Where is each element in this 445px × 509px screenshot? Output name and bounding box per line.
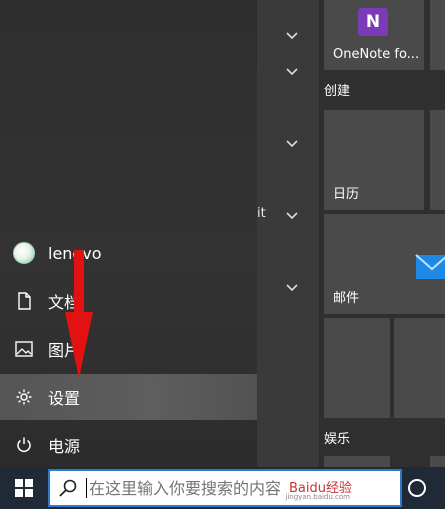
chevron-down-icon[interactable] — [285, 282, 299, 292]
app-tile-partial[interactable] — [324, 456, 390, 467]
watermark-url: jingyan.baidu.com — [285, 493, 350, 501]
settings-button[interactable]: 设置 — [0, 374, 257, 420]
cortana-icon[interactable] — [408, 479, 426, 497]
calendar-tile-label: 日历 — [333, 187, 360, 202]
app-tile[interactable] — [324, 318, 390, 418]
chevron-down-icon[interactable] — [285, 210, 299, 220]
text-caret — [86, 478, 87, 498]
chevron-down-icon[interactable] — [285, 66, 299, 76]
onenote-tile-label: OneNote fo... — [333, 47, 420, 62]
power-icon — [0, 436, 48, 454]
user-account-button[interactable]: lenovo — [0, 230, 257, 276]
mail-tile[interactable]: 邮件 — [324, 214, 445, 314]
search-icon — [50, 478, 86, 498]
calendar-tile[interactable]: 日历 — [324, 110, 424, 210]
chevron-down-icon[interactable] — [285, 138, 299, 148]
documents-button[interactable]: 文档 — [0, 278, 257, 324]
avatar — [13, 242, 35, 264]
app-list-partial-label: it — [257, 206, 266, 221]
taskbar-search-box[interactable]: Baidu经验 jingyan.baidu.com — [48, 469, 402, 507]
app-tile-partial[interactable] — [430, 456, 445, 467]
group-label-create: 创建 — [324, 84, 351, 99]
settings-label: 设置 — [48, 389, 81, 408]
app-tile-partial[interactable] — [430, 110, 445, 210]
gear-icon — [0, 388, 48, 406]
mail-icon — [415, 254, 445, 279]
power-label: 电源 — [48, 437, 81, 456]
pictures-button[interactable]: 图片 — [0, 326, 257, 372]
taskbar: Baidu经验 jingyan.baidu.com — [0, 467, 445, 509]
app-tile[interactable] — [394, 318, 445, 418]
power-button[interactable]: 电源 — [0, 422, 257, 468]
app-tile-partial[interactable] — [430, 0, 445, 70]
red-arrow-annotation — [65, 250, 93, 378]
windows-logo-icon — [15, 479, 33, 497]
onenote-tile[interactable]: N OneNote fo... — [324, 0, 424, 70]
picture-icon — [0, 341, 48, 357]
document-icon — [0, 292, 48, 310]
mail-tile-label: 邮件 — [333, 291, 360, 306]
chevron-down-icon[interactable] — [285, 30, 299, 40]
group-label-entertainment: 娱乐 — [324, 432, 351, 447]
onenote-icon: N — [358, 8, 388, 36]
windows-start-button[interactable] — [0, 467, 48, 509]
